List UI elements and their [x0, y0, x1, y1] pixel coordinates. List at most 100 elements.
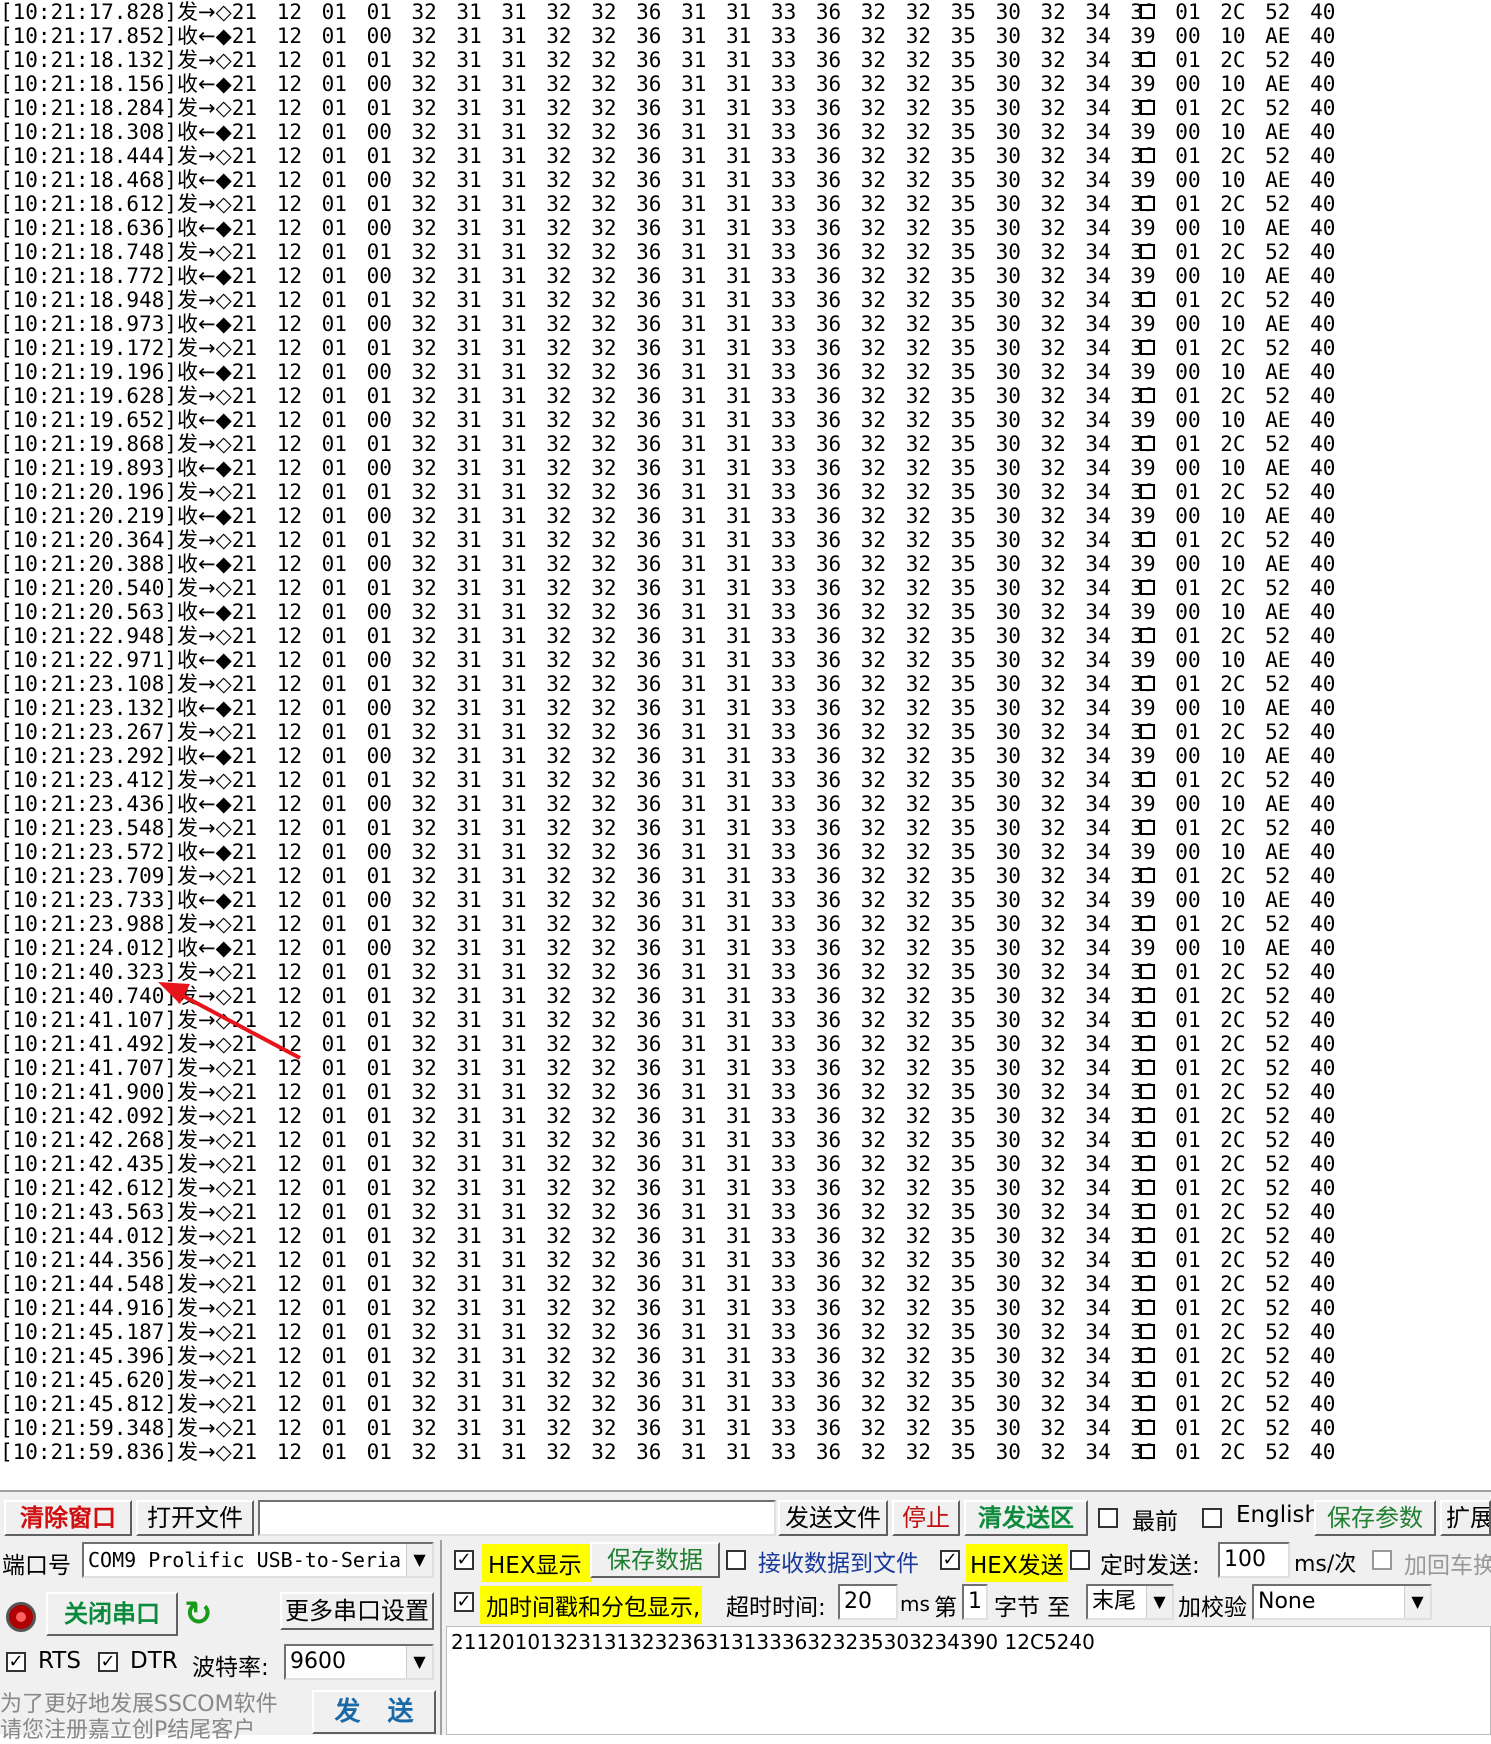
byte-to-label: 字节 至 — [994, 1595, 1071, 1621]
log-hex-data: 21 12 01 01 32 31 31 32 32 36 31 31 33 3… — [231, 1248, 1336, 1272]
hollow-diamond-icon: ◇ — [215, 1152, 232, 1176]
right-arrow-icon: → — [198, 480, 216, 504]
checksum-label: 加校验 — [1178, 1595, 1247, 1621]
receive-log[interactable]: [10:21:17.828]发→◇21 12 01 01 32 31 31 32… — [0, 0, 1491, 1490]
hollow-diamond-icon: ◇ — [215, 864, 232, 888]
unprintable-char-box — [1140, 1396, 1155, 1411]
unprintable-char-box — [1140, 1132, 1155, 1147]
timestamp-label: 加时间戳和分包显示, — [480, 1586, 703, 1624]
unprintable-char-box — [1140, 4, 1155, 19]
filled-diamond-icon: ◆ — [215, 696, 232, 720]
send-area-input[interactable]: 2112010132313132323631313336323235303234… — [446, 1626, 1491, 1735]
log-row: [10:21:20.563]收←◆21 12 01 00 32 31 31 32… — [0, 600, 1335, 624]
log-timestamp: [10:21:17.828] — [0, 0, 178, 24]
timestamp-checkbox[interactable]: ✓ — [454, 1592, 474, 1612]
log-row: [10:21:18.284]发→◇21 12 01 01 32 31 31 32… — [0, 96, 1335, 120]
log-hex-data: 21 12 01 01 32 31 31 32 32 36 31 31 33 3… — [231, 240, 1336, 264]
chevron-down-icon[interactable]: ▼ — [1146, 1586, 1172, 1618]
unprintable-char-box — [1140, 1324, 1155, 1339]
log-row: [10:21:23.108]发→◇21 12 01 01 32 31 31 32… — [0, 672, 1335, 696]
from-byte-input[interactable]: 1 — [962, 1584, 988, 1620]
hollow-diamond-icon: ◇ — [215, 1176, 232, 1200]
clear-window-button[interactable]: 清除窗口 — [4, 1500, 132, 1536]
log-row: [10:21:17.852]收←◆21 12 01 00 32 31 31 32… — [0, 24, 1335, 48]
dtr-checkbox[interactable]: ✓ — [98, 1652, 118, 1672]
log-direction: 发 — [177, 624, 199, 648]
filled-diamond-icon: ◆ — [215, 120, 232, 144]
log-direction: 发 — [177, 336, 199, 360]
file-path-input[interactable] — [258, 1500, 776, 1536]
refresh-icon[interactable]: ↻ — [184, 1594, 216, 1634]
log-hex-data: 21 12 01 01 32 31 31 32 32 36 31 31 33 3… — [231, 1368, 1336, 1392]
right-arrow-icon: → — [198, 1080, 216, 1104]
log-direction: 发 — [177, 1320, 199, 1344]
stop-button[interactable]: 停止 — [892, 1500, 960, 1536]
hex-display-checkbox[interactable]: ✓ — [454, 1550, 474, 1570]
right-arrow-icon: → — [198, 384, 216, 408]
log-timestamp: [10:21:23.548] — [0, 816, 178, 840]
send-button[interactable]: 发 送 — [312, 1690, 436, 1734]
timeout-input[interactable]: 20 — [838, 1584, 898, 1620]
log-timestamp: [10:21:18.284] — [0, 96, 178, 120]
send-file-button[interactable]: 发送文件 — [778, 1500, 888, 1536]
right-arrow-icon: → — [198, 1152, 216, 1176]
log-direction: 发 — [177, 984, 199, 1008]
log-row: [10:21:20.388]收←◆21 12 01 00 32 31 31 32… — [0, 552, 1335, 576]
hollow-diamond-icon: ◇ — [215, 960, 232, 984]
interval-input[interactable]: 100 — [1218, 1542, 1290, 1578]
log-direction: 收 — [177, 648, 199, 672]
log-timestamp: [10:21:19.628] — [0, 384, 178, 408]
log-hex-data: 21 12 01 01 32 31 31 32 32 36 31 31 33 3… — [231, 480, 1336, 504]
unprintable-char-box — [1140, 1276, 1155, 1291]
english-checkbox[interactable] — [1202, 1508, 1222, 1528]
right-arrow-icon: → — [198, 1320, 216, 1344]
close-port-button[interactable]: 关闭串口 — [46, 1592, 178, 1636]
open-file-button[interactable]: 打开文件 — [136, 1500, 254, 1536]
log-direction: 发 — [177, 48, 199, 72]
log-hex-data: 21 12 01 01 32 31 31 32 32 36 31 31 33 3… — [231, 864, 1336, 888]
log-hex-data: 21 12 01 01 32 31 31 32 32 36 31 31 33 3… — [231, 0, 1336, 24]
recv-to-file-checkbox[interactable] — [726, 1550, 746, 1570]
chevron-down-icon[interactable]: ▼ — [406, 1544, 432, 1576]
right-arrow-icon: → — [198, 1368, 216, 1392]
hollow-diamond-icon: ◇ — [215, 1368, 232, 1392]
log-timestamp: [10:21:59.348] — [0, 1416, 178, 1440]
log-hex-data: 21 12 01 01 32 31 31 32 32 36 31 31 33 3… — [231, 672, 1336, 696]
hex-send-checkbox[interactable]: ✓ — [940, 1550, 960, 1570]
log-hex-data: 21 12 01 01 32 31 31 32 32 36 31 31 33 3… — [231, 1008, 1336, 1032]
left-arrow-icon: ← — [198, 504, 216, 528]
left-arrow-icon: ← — [198, 792, 216, 816]
log-direction: 收 — [177, 312, 199, 336]
unprintable-char-box — [1140, 1372, 1155, 1387]
chevron-down-icon[interactable]: ▼ — [406, 1646, 432, 1678]
left-arrow-icon: ← — [198, 264, 216, 288]
right-arrow-icon: → — [198, 192, 216, 216]
unprintable-char-box — [1140, 100, 1155, 115]
log-direction: 发 — [177, 192, 199, 216]
log-timestamp: [10:21:41.107] — [0, 1008, 178, 1032]
right-arrow-icon: → — [198, 1224, 216, 1248]
log-timestamp: [10:21:23.988] — [0, 912, 178, 936]
log-timestamp: [10:21:41.707] — [0, 1056, 178, 1080]
log-direction: 发 — [177, 672, 199, 696]
save-params-button[interactable]: 保存参数 — [1314, 1500, 1436, 1536]
log-direction: 发 — [177, 1032, 199, 1056]
log-direction: 发 — [177, 1152, 199, 1176]
timed-send-checkbox[interactable] — [1070, 1550, 1090, 1570]
topmost-checkbox[interactable] — [1098, 1508, 1118, 1528]
port-select[interactable]: COM9 Prolific USB-to-Seria — [82, 1542, 434, 1578]
left-arrow-icon: ← — [198, 216, 216, 240]
log-hex-data: 21 12 01 01 32 31 31 32 32 36 31 31 33 3… — [231, 1200, 1336, 1224]
save-data-button[interactable]: 保存数据 — [590, 1542, 720, 1578]
log-direction: 发 — [177, 1080, 199, 1104]
add-crlf-checkbox[interactable] — [1372, 1550, 1392, 1570]
rts-checkbox[interactable]: ✓ — [6, 1652, 26, 1672]
hollow-diamond-icon: ◇ — [215, 0, 232, 24]
right-arrow-icon: → — [198, 720, 216, 744]
clear-send-area-button[interactable]: 清发送区 — [964, 1500, 1088, 1536]
expand-button[interactable]: 扩展 — [1440, 1500, 1491, 1536]
chevron-down-icon[interactable]: ▼ — [1404, 1586, 1430, 1618]
more-port-settings-button[interactable]: 更多串口设置 — [280, 1592, 434, 1630]
log-timestamp: [10:21:19.196] — [0, 360, 178, 384]
log-row: [10:21:18.612]发→◇21 12 01 01 32 31 31 32… — [0, 192, 1335, 216]
